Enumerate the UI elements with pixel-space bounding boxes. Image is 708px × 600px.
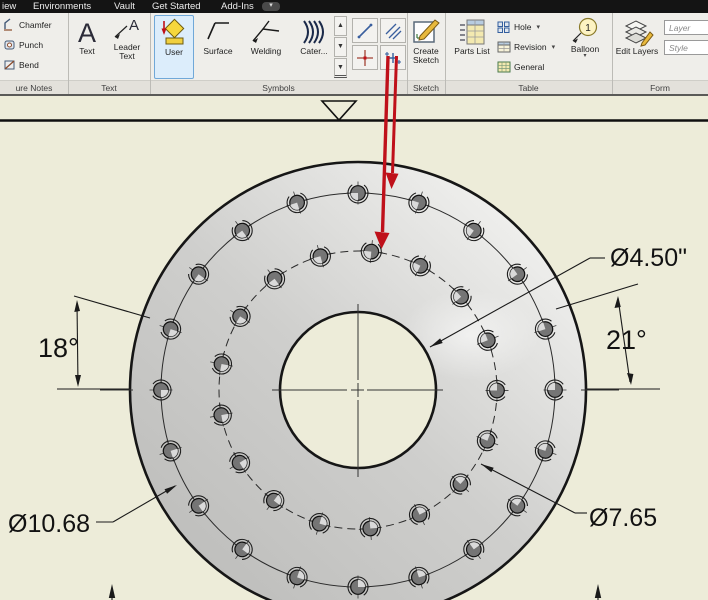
menu-add-ins[interactable]: Add-Ins	[221, 1, 254, 12]
bend-button[interactable]: Bend	[3, 56, 39, 73]
welding-symbol-button[interactable]: Welding	[242, 15, 290, 77]
dimension-inner-bolt-circle[interactable]: Ø7.65	[589, 504, 657, 532]
panel-label-feature-notes: ure Notes	[15, 83, 53, 93]
dimension-angle-right[interactable]: 21°	[606, 325, 647, 355]
panel-label-sketch: Sketch	[413, 83, 439, 93]
svg-text:A: A	[78, 18, 96, 47]
style-select[interactable]: Style	[664, 40, 708, 55]
svg-text:1: 1	[585, 23, 591, 34]
parts-list-icon	[460, 19, 485, 45]
centerline-button[interactable]	[380, 45, 406, 70]
chamfer-button[interactable]: Chamfer	[3, 16, 52, 33]
edit-layers-button[interactable]: Edit Layers	[614, 15, 660, 77]
menu-vault[interactable]: Vault	[114, 1, 135, 12]
punch-button[interactable]: Punch	[3, 36, 43, 53]
dimension-bore-diameter[interactable]: Ø4.50"	[610, 244, 687, 272]
panel-table: Parts List Hole ▾ Revision ▾ General 1 B…	[445, 13, 613, 94]
welding-symbol-icon	[252, 20, 280, 43]
dimension-angle-left[interactable]: 18°	[38, 333, 79, 363]
panel-format: Edit Layers Layer Style Form	[612, 13, 708, 94]
hole-table-icon	[497, 21, 510, 33]
general-table-button[interactable]: General	[497, 58, 544, 75]
center-mark-button[interactable]	[352, 45, 378, 70]
general-table-icon	[497, 61, 511, 73]
hatch-fill-button[interactable]	[380, 18, 406, 43]
dropdown-arrow-icon: ▾	[583, 53, 587, 60]
panel-text: A Text A Leader Text Text	[68, 13, 151, 94]
bend-icon	[4, 60, 15, 70]
inventor-annotate-screen: { "menu_bar": { "items": ["iew", "Enviro…	[0, 0, 708, 600]
panel-feature-notes: Chamfer Punch Bend ure Notes	[0, 13, 69, 94]
line-icon	[357, 23, 373, 38]
revision-table-button[interactable]: Revision ▾	[497, 38, 555, 55]
user-symbol-button[interactable]: User	[154, 15, 194, 79]
triangle-up-icon: ▲	[337, 22, 344, 29]
triangle-down-icon: ▼	[337, 43, 344, 50]
text-icon: A	[78, 18, 96, 47]
sketch-line-button[interactable]	[352, 18, 378, 43]
text-button[interactable]: A Text	[70, 15, 104, 77]
surface-symbol-button[interactable]: Surface	[196, 15, 240, 77]
hole-table-button[interactable]: Hole ▾	[497, 18, 540, 35]
centerline-icon	[385, 51, 401, 64]
parts-list-button[interactable]: Parts List	[451, 15, 493, 77]
symbols-scroll-up-button[interactable]: ▲	[334, 16, 347, 36]
hatch-icon	[385, 23, 402, 39]
caterpillar-symbol-button[interactable]: Cater...	[290, 15, 338, 77]
crosshair-icon	[357, 49, 373, 66]
svg-text:A: A	[129, 17, 139, 34]
edit-layers-icon	[624, 20, 654, 47]
panel-label-format: Form	[650, 83, 670, 93]
balloon-icon: 1	[572, 17, 598, 43]
leader-text-button[interactable]: A Leader Text	[106, 15, 148, 77]
menu-environments[interactable]: Environments	[33, 1, 91, 12]
toolbar-overflow-button[interactable]: ▾	[262, 2, 280, 11]
panel-label-table: Table	[518, 83, 539, 93]
drawing-canvas: 18° 21° Ø4.50" Ø10.68 Ø7.65	[0, 96, 708, 600]
menu-get-started[interactable]: Get Started	[152, 1, 201, 12]
surface-symbol-icon	[207, 22, 229, 40]
dimension-outer-bolt-circle[interactable]: Ø10.68	[8, 510, 90, 538]
chevron-down-icon: ▾	[269, 2, 273, 9]
menu-view[interactable]: iew	[2, 1, 16, 12]
triangle-down-icon: ▼	[337, 64, 344, 71]
ribbon: Chamfer Punch Bend ure Notes A Text A Le…	[0, 13, 708, 96]
caterpillar-symbol-icon	[303, 20, 324, 44]
symbols-scroll-down-button[interactable]: ▼	[334, 37, 347, 57]
dropdown-arrow-icon: ▾	[551, 43, 556, 51]
create-sketch-button[interactable]: Create Sketch	[409, 15, 443, 77]
leader-text-icon: A	[114, 17, 139, 39]
panel-sketch: Create Sketch Sketch	[407, 13, 446, 94]
panel-symbols: User Surface Welding Cater... ▲ ▼ ▼ Symb…	[150, 13, 408, 94]
chamfer-icon	[4, 18, 12, 31]
panel-label-text: Text	[101, 83, 117, 93]
dropdown-arrow-icon: ▾	[536, 23, 540, 31]
menu-bar: iew Environments Vault Get Started Add-I…	[0, 0, 708, 13]
revision-table-icon	[497, 41, 511, 53]
balloon-button[interactable]: 1 Balloon ▾	[563, 15, 607, 77]
symbols-expand-button[interactable]: ▼	[334, 58, 347, 78]
layer-select[interactable]: Layer	[664, 20, 708, 35]
user-symbol-icon	[161, 18, 185, 45]
create-sketch-icon	[413, 19, 440, 43]
panel-label-symbols: Symbols	[262, 83, 295, 93]
punch-icon	[4, 40, 15, 50]
